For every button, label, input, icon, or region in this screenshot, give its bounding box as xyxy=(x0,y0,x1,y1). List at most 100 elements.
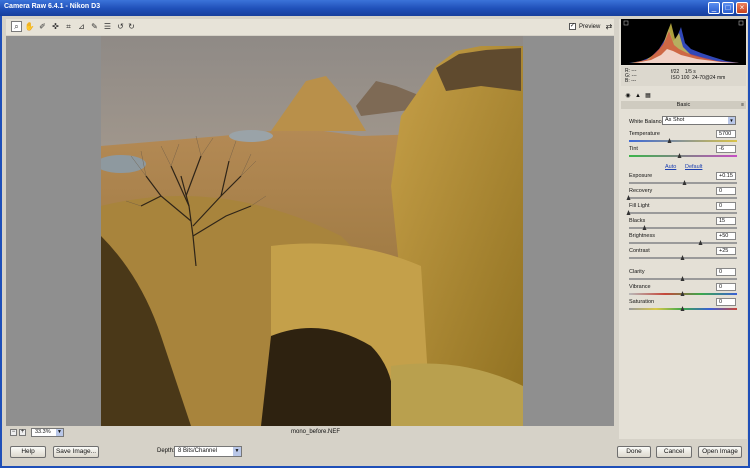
temperature-label: Temperature xyxy=(629,131,660,137)
fullscreen-icon[interactable]: ⇄ xyxy=(604,21,614,32)
blacks-slider[interactable] xyxy=(629,225,737,230)
saturation-label: Saturation xyxy=(629,299,655,305)
detail-tab-icon[interactable]: ▦ xyxy=(644,92,652,100)
depth-select[interactable]: 8 Bits/Channel ▼ xyxy=(174,446,242,457)
minimize-icon[interactable]: _ xyxy=(708,2,720,14)
blacks-label: Blacks xyxy=(629,218,646,224)
title-bar: Camera Raw 6.4.1 - Nikon D3 _ □ × xyxy=(0,0,750,16)
close-icon[interactable]: × xyxy=(736,2,748,14)
slider-thumb[interactable] xyxy=(626,195,631,200)
done-button[interactable]: Done xyxy=(617,446,651,458)
rotate-left-icon[interactable]: ↺ xyxy=(115,21,126,32)
chevron-down-icon: ▼ xyxy=(233,447,241,456)
straighten-tool-icon[interactable]: ⊿ xyxy=(76,21,87,32)
auto-link[interactable]: Auto xyxy=(665,164,676,170)
preview-checkbox[interactable]: ✓ xyxy=(569,23,576,30)
cancel-button[interactable]: Cancel xyxy=(656,446,692,458)
lens: 24-70@24 mm xyxy=(692,75,726,81)
zoom-select[interactable]: 33.3% ▼ xyxy=(31,428,64,437)
tone-curve-tab-icon[interactable]: ▲ xyxy=(634,92,642,100)
recovery-label: Recovery xyxy=(629,188,653,194)
tint-value-field[interactable]: -6 xyxy=(716,145,736,153)
iso: ISO 100 xyxy=(671,75,690,81)
zoom-in-icon[interactable]: + xyxy=(19,429,26,436)
slider-thumb[interactable] xyxy=(682,180,687,185)
vibrance-label: Vibrance xyxy=(629,284,651,290)
slider-thumb[interactable] xyxy=(680,291,685,296)
clarity-value-field[interactable]: 0 xyxy=(716,268,736,276)
recovery-value-field[interactable]: 0 xyxy=(716,187,736,195)
adjustments-panel: R: --- G: --- B: --- f/22 1/5 s ISO 100 … xyxy=(619,19,747,439)
save-image-button[interactable]: Save Image... xyxy=(53,446,99,458)
temperature-slider[interactable] xyxy=(629,138,737,143)
blacks-value-field[interactable]: 15 xyxy=(716,217,736,225)
rotate-right-icon[interactable]: ↻ xyxy=(126,21,137,32)
vibrance-value-field[interactable]: 0 xyxy=(716,283,736,291)
zoom-value: 33.3% xyxy=(35,429,51,435)
section-title: Basic xyxy=(676,102,691,108)
image-canvas[interactable] xyxy=(6,36,614,426)
retouch-tool-icon[interactable]: ✎ xyxy=(89,21,100,32)
depth-value: 8 Bits/Channel xyxy=(178,448,218,454)
white-balance-tool-icon[interactable]: ✐ xyxy=(37,21,48,32)
exposure-value-field[interactable]: +0.15 xyxy=(716,172,736,180)
saturation-value-field[interactable]: 0 xyxy=(716,298,736,306)
crop-tool-icon[interactable]: ⌗ xyxy=(63,21,74,32)
help-button[interactable]: Help xyxy=(10,446,46,458)
clarity-slider[interactable] xyxy=(629,276,737,281)
zoom-tool-icon[interactable]: ⌕ xyxy=(11,21,22,32)
toolbar: ⌕ ✋ ✐ ✜ ⌗ ⊿ ✎ ☰ ↺ ↻ ✓ Preview ⇄ xyxy=(6,19,614,35)
contrast-value-field[interactable]: +25 xyxy=(716,247,736,255)
color-sampler-tool-icon[interactable]: ✜ xyxy=(50,21,61,32)
preview-label: Preview xyxy=(579,23,601,30)
preview-toggle[interactable]: ✓ Preview xyxy=(569,23,600,30)
white-balance-value: As Shot xyxy=(665,117,685,123)
recovery-slider[interactable] xyxy=(626,195,737,200)
temperature-value-field[interactable]: 5700 xyxy=(716,130,736,138)
slider-thumb[interactable] xyxy=(626,210,631,215)
zoom-out-icon[interactable]: − xyxy=(10,429,17,436)
maximize-icon[interactable]: □ xyxy=(722,2,734,14)
hand-tool-icon[interactable]: ✋ xyxy=(24,21,35,32)
white-balance-select[interactable]: As Shot ▼ xyxy=(662,116,736,125)
exposure-slider[interactable] xyxy=(629,180,737,185)
preview-image xyxy=(101,36,523,426)
slider-thumb[interactable] xyxy=(677,153,682,158)
brightness-slider[interactable] xyxy=(629,240,737,245)
fill-light-value-field[interactable]: 0 xyxy=(716,202,736,210)
panel-tabs: ◉ ▲ ▦ xyxy=(621,92,746,101)
fill-light-slider[interactable] xyxy=(626,210,737,215)
depth-label: Depth: xyxy=(157,448,175,454)
slider-thumb[interactable] xyxy=(680,276,685,281)
highlight-clip-icon xyxy=(738,20,744,26)
shadow-clip-icon xyxy=(623,20,629,26)
slider-thumb[interactable] xyxy=(667,138,672,143)
histogram xyxy=(621,19,746,65)
camera-readout: R: --- G: --- B: --- f/22 1/5 s ISO 100 … xyxy=(621,66,746,86)
contrast-slider[interactable] xyxy=(629,255,737,260)
brightness-value-field[interactable]: +50 xyxy=(716,232,736,240)
exposure-label: Exposure xyxy=(629,173,653,179)
preferences-icon[interactable]: ☰ xyxy=(102,21,113,32)
white-balance-label: White Balance: xyxy=(629,119,666,125)
slider-thumb[interactable] xyxy=(680,255,685,260)
window-title: Camera Raw 6.4.1 - Nikon D3 xyxy=(4,3,101,10)
saturation-slider[interactable] xyxy=(629,306,737,311)
vibrance-slider[interactable] xyxy=(629,291,737,296)
file-name: mono_before.NEF xyxy=(291,429,341,435)
slider-thumb[interactable] xyxy=(642,225,647,230)
open-image-button[interactable]: Open Image xyxy=(698,446,742,458)
chevron-down-icon: ▼ xyxy=(56,429,63,436)
status-bar: − + 33.3% ▼ mono_before.NEF xyxy=(6,427,614,439)
brightness-label: Brightness xyxy=(629,233,655,239)
section-header: Basic ≡ xyxy=(621,101,746,109)
tint-slider[interactable] xyxy=(629,153,737,158)
tint-label: Tint xyxy=(629,146,638,152)
fill-light-label: Fill Light xyxy=(629,203,650,209)
slider-thumb[interactable] xyxy=(698,240,703,245)
panel-menu-icon[interactable]: ≡ xyxy=(741,101,744,109)
default-link[interactable]: Default xyxy=(685,164,702,170)
contrast-label: Contrast xyxy=(629,248,650,254)
slider-thumb[interactable] xyxy=(680,306,685,311)
basic-tab-icon[interactable]: ◉ xyxy=(624,92,632,100)
